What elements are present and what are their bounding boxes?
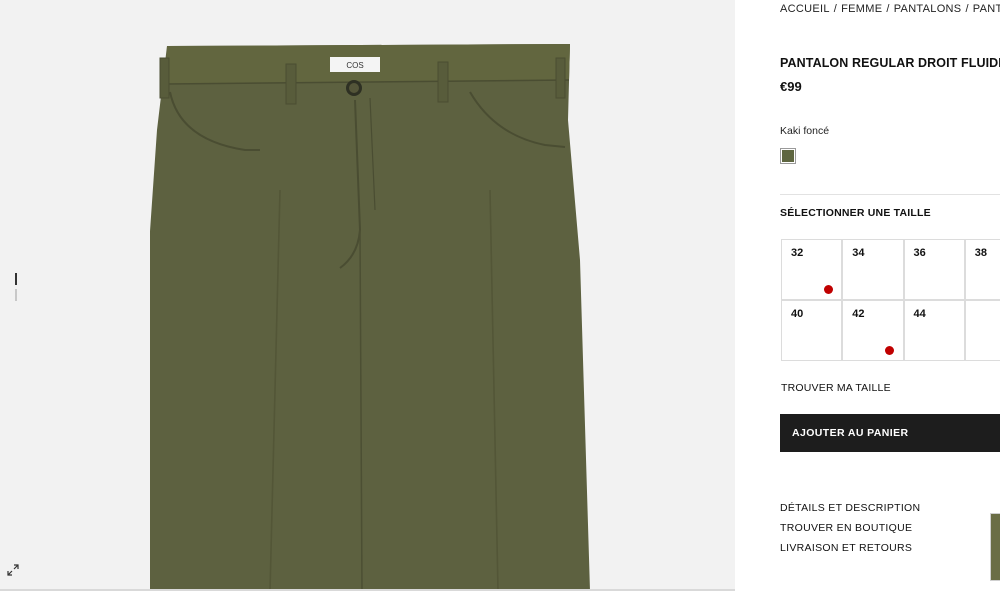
gallery-dot-active[interactable] [15, 273, 17, 285]
color-name: Kaki foncé [780, 125, 830, 137]
size-grid-empty-cell [964, 300, 1000, 361]
size-option-40[interactable]: 40 [781, 300, 843, 361]
product-image-gallery[interactable]: COS [0, 0, 735, 591]
low-stock-indicator [824, 285, 833, 294]
breadcrumb-femme[interactable]: FEMME [841, 3, 882, 15]
size-selector: 32 34 36 38 40 42 44 [781, 239, 1000, 361]
details-description-link[interactable]: DÉTAILS ET DESCRIPTION [780, 502, 920, 514]
info-links: DÉTAILS ET DESCRIPTION TROUVER EN BOUTIQ… [780, 502, 920, 562]
expand-icon[interactable] [6, 563, 20, 577]
size-option-36[interactable]: 36 [903, 239, 965, 300]
gallery-dot[interactable] [15, 289, 17, 301]
breadcrumb-pantalons[interactable]: PANTALONS [894, 3, 962, 15]
size-label: 44 [913, 308, 926, 320]
breadcrumb-home[interactable]: ACCUEIL [780, 3, 830, 15]
size-label: 42 [852, 308, 865, 320]
breadcrumb: ACCUEIL/FEMME/PANTALONS/PANTALONS [780, 3, 1000, 15]
size-label: 34 [852, 247, 865, 259]
gallery-pager[interactable] [15, 273, 17, 305]
size-option-34[interactable]: 34 [842, 239, 904, 300]
size-option-32[interactable]: 32 [781, 239, 843, 300]
product-image: COS [150, 44, 590, 591]
breadcrumb-separator: / [965, 3, 969, 15]
size-option-42[interactable]: 42 [842, 300, 904, 361]
breadcrumb-current[interactable]: PANTALONS [973, 3, 1000, 15]
color-swatch[interactable] [780, 148, 796, 164]
find-my-size-link[interactable]: TROUVER MA TAILLE [781, 382, 891, 394]
size-label: 38 [974, 247, 987, 259]
product-thumbnail[interactable] [990, 513, 1000, 581]
low-stock-indicator [885, 346, 895, 355]
brand-tag: COS [346, 61, 363, 70]
add-to-cart-button[interactable]: AJOUTER AU PANIER [780, 414, 1000, 452]
size-option-44[interactable]: 44 [903, 300, 965, 361]
size-label: 36 [913, 247, 926, 259]
product-title: PANTALON REGULAR DROIT FLUIDE [780, 56, 1000, 70]
product-info-panel: ACCUEIL/FEMME/PANTALONS/PANTALONS PANTAL… [735, 0, 1000, 591]
breadcrumb-separator: / [833, 3, 838, 15]
size-heading: SÉLECTIONNER UNE TAILLE [780, 207, 931, 219]
size-label: 32 [791, 247, 804, 259]
breadcrumb-separator: / [886, 3, 890, 15]
size-option-38[interactable]: 38 [964, 239, 1000, 300]
find-in-store-link[interactable]: TROUVER EN BOUTIQUE [780, 522, 920, 534]
divider [780, 194, 1000, 195]
size-label: 40 [791, 308, 804, 320]
product-price: €99 [780, 79, 802, 94]
delivery-returns-link[interactable]: LIVRAISON ET RETOURS [780, 542, 920, 554]
